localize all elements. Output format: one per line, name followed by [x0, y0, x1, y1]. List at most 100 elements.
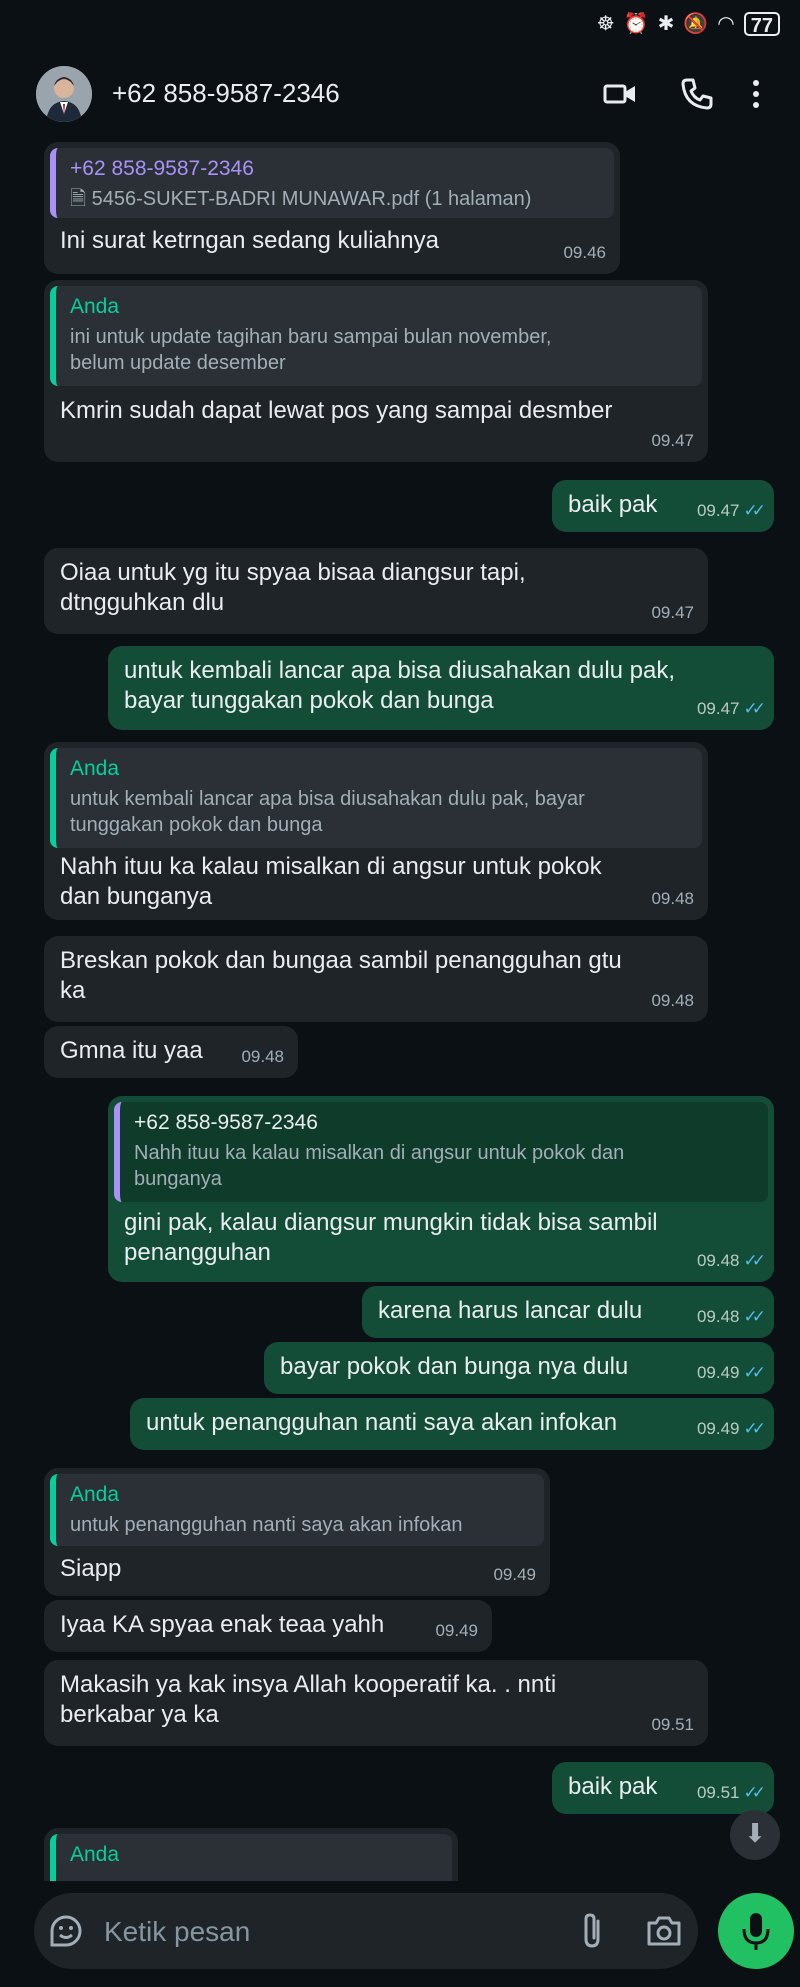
- avatar[interactable]: [36, 66, 92, 122]
- message-text-line: berkabar ya ka: [60, 1701, 219, 1728]
- message-incoming[interactable]: Iyaa KA spyaa enak teaa yahh 09.49: [44, 1600, 492, 1652]
- message-incoming[interactable]: Makasih ya kak insya Allah kooperatif ka…: [44, 1660, 708, 1746]
- message-text-line: penangguhan: [124, 1239, 271, 1266]
- quote-text-line: untuk kembali lancar apa bisa diusahakan…: [70, 788, 585, 810]
- read-ticks-icon: ✓✓: [743, 1251, 766, 1270]
- message-outgoing[interactable]: karena harus lancar dulu 09.48 ✓✓: [362, 1286, 774, 1338]
- double-chevron-down-icon: ⬇: [744, 1818, 766, 1848]
- message-text: Iyaa KA spyaa enak teaa yahh: [60, 1611, 385, 1638]
- quote-author: +62 858-9587-2346: [134, 1111, 318, 1134]
- message-text: Gmna itu yaa: [60, 1037, 203, 1064]
- quote-author: Anda: [70, 1843, 120, 1866]
- quoted-message[interactable]: Anda ini untuk update tagihan baru sampa…: [50, 286, 702, 386]
- alarm-icon: ⏰: [623, 13, 649, 35]
- message-time: 09.51 ✓✓: [697, 1778, 766, 1808]
- quoted-message[interactable]: Anda untuk penangguhan nanti saya akan i…: [50, 1474, 544, 1546]
- message-text: Ini surat ketrngan sedang kuliahnya: [60, 227, 439, 254]
- message-text: karena harus lancar dulu: [378, 1297, 643, 1324]
- message-time: 09.47 ✓✓: [697, 496, 766, 526]
- quoted-message[interactable]: Anda untuk kembali lancar apa bisa diusa…: [50, 748, 702, 848]
- message-time: 09.47: [651, 603, 694, 622]
- mute-icon: 🔕: [683, 13, 709, 35]
- message-time: 09.48: [651, 991, 694, 1010]
- quoted-message[interactable]: Anda: [50, 1834, 452, 1881]
- message-outgoing[interactable]: untuk kembali lancar apa bisa diusahakan…: [108, 646, 774, 730]
- message-text-line: dan bunganya: [60, 883, 213, 910]
- quote-author: Anda: [70, 295, 120, 318]
- message-outgoing[interactable]: +62 858-9587-2346 Nahh ituu ka kalau mis…: [108, 1096, 774, 1282]
- microphone-icon: [742, 1913, 770, 1950]
- message-outgoing[interactable]: baik pak 09.51 ✓✓: [552, 1762, 774, 1814]
- message-input[interactable]: [102, 1915, 526, 1949]
- scroll-to-bottom-button[interactable]: ⬇: [730, 1810, 780, 1860]
- quoted-message[interactable]: +62 858-9587-2346 🗎 5456-SUKET-BADRI MUN…: [50, 148, 614, 218]
- battery-icon: 77: [743, 12, 780, 37]
- message-text: untuk penangguhan nanti saya akan infoka…: [146, 1409, 618, 1436]
- message-text-line: Oiaa untuk yg itu spyaa bisaa diangsur t…: [60, 559, 526, 586]
- message-time: 09.49 ✓✓: [697, 1414, 766, 1444]
- chat-header: +62 858-9587-2346: [0, 52, 800, 136]
- message-text-line: Nahh ituu ka kalau misalkan di angsur un…: [60, 853, 602, 880]
- more-options-button[interactable]: [746, 76, 766, 112]
- message-text: Siapp: [60, 1555, 122, 1582]
- message-incoming[interactable]: Anda ini untuk update tagihan baru sampa…: [44, 280, 708, 462]
- message-text: baik pak: [568, 491, 658, 518]
- message-text-line: Breskan pokok dan bungaa sambil penanggu…: [60, 947, 622, 974]
- message-input-bar: [0, 1885, 800, 1987]
- bluetooth-icon: ✱: [657, 13, 675, 35]
- read-ticks-icon: ✓✓: [743, 699, 766, 718]
- status-bar: ☸ ⏰ ✱ 🔕 ◠ 77: [0, 0, 800, 52]
- message-outgoing[interactable]: untuk penangguhan nanti saya akan infoka…: [130, 1398, 774, 1450]
- nfc-icon: ☸: [596, 13, 615, 35]
- message-incoming[interactable]: Oiaa untuk yg itu spyaa bisaa diangsur t…: [44, 548, 708, 634]
- camera-button[interactable]: [644, 1911, 684, 1951]
- message-incoming[interactable]: Anda untuk kembali lancar apa bisa diusa…: [44, 742, 708, 920]
- message-outgoing[interactable]: bayar pokok dan bunga nya dulu 09.49 ✓✓: [264, 1342, 774, 1394]
- attach-button[interactable]: [574, 1911, 610, 1951]
- emoji-button[interactable]: [48, 1913, 84, 1949]
- quote-text-line: ini untuk update tagihan baru sampai bul…: [70, 326, 552, 348]
- message-incoming[interactable]: Gmna itu yaa 09.48: [44, 1026, 298, 1078]
- sticker-icon: [50, 1915, 82, 1947]
- quote-text-line: belum update desember: [70, 352, 286, 374]
- message-text: baik pak: [568, 1773, 658, 1800]
- message-time: 09.51: [651, 1715, 694, 1734]
- message-incoming[interactable]: Anda: [44, 1828, 458, 1881]
- message-time: 09.47 ✓✓: [697, 694, 766, 724]
- voice-message-button[interactable]: [718, 1893, 794, 1969]
- phone-icon: [681, 78, 713, 110]
- message-outgoing[interactable]: baik pak 09.47 ✓✓: [552, 480, 774, 532]
- message-incoming[interactable]: +62 858-9587-2346 🗎 5456-SUKET-BADRI MUN…: [44, 142, 620, 274]
- quote-author: Anda: [70, 1483, 120, 1506]
- chat-area[interactable]: +62 858-9587-2346 🗎 5456-SUKET-BADRI MUN…: [0, 136, 800, 1881]
- message-time: 09.49: [493, 1565, 536, 1584]
- quote-text-line: tunggakan pokok dan bunga: [70, 814, 323, 836]
- message-incoming[interactable]: Anda untuk penangguhan nanti saya akan i…: [44, 1468, 550, 1596]
- more-vertical-icon: [753, 80, 759, 108]
- message-time: 09.48 ✓✓: [697, 1246, 766, 1276]
- message-text-line: Makasih ya kak insya Allah kooperatif ka…: [60, 1671, 557, 1698]
- video-call-button[interactable]: [602, 76, 638, 112]
- quote-author: +62 858-9587-2346: [70, 157, 254, 180]
- paperclip-icon: [584, 1913, 600, 1948]
- quoted-message[interactable]: +62 858-9587-2346 Nahh ituu ka kalau mis…: [114, 1102, 768, 1202]
- camera-icon: [647, 1916, 681, 1946]
- message-text-line: bayar tunggakan pokok dan bunga: [124, 687, 494, 714]
- document-icon: 🗎: [70, 188, 87, 210]
- read-ticks-icon: ✓✓: [743, 501, 766, 520]
- message-time: 09.48: [651, 889, 694, 908]
- message-time: 09.48 ✓✓: [697, 1302, 766, 1332]
- message-incoming[interactable]: Breskan pokok dan bungaa sambil penanggu…: [44, 936, 708, 1022]
- voice-call-button[interactable]: [679, 76, 715, 112]
- message-time: 09.46: [563, 243, 606, 262]
- status-icons: ☸ ⏰ ✱ 🔕 ◠ 77: [596, 12, 780, 37]
- message-time: 09.49 ✓✓: [697, 1358, 766, 1388]
- quote-document: 🗎 5456-SUKET-BADRI MUNAWAR.pdf (1 halama…: [70, 186, 531, 212]
- contact-name[interactable]: +62 858-9587-2346: [112, 78, 340, 109]
- message-time: 09.47: [651, 431, 694, 450]
- read-ticks-icon: ✓✓: [743, 1419, 766, 1438]
- quote-text-line: Nahh ituu ka kalau misalkan di angsur un…: [134, 1142, 625, 1164]
- quote-text: 5456-SUKET-BADRI MUNAWAR.pdf (1 halaman): [91, 188, 532, 210]
- video-camera-icon: [603, 84, 635, 104]
- message-text-line: ka: [60, 977, 86, 1004]
